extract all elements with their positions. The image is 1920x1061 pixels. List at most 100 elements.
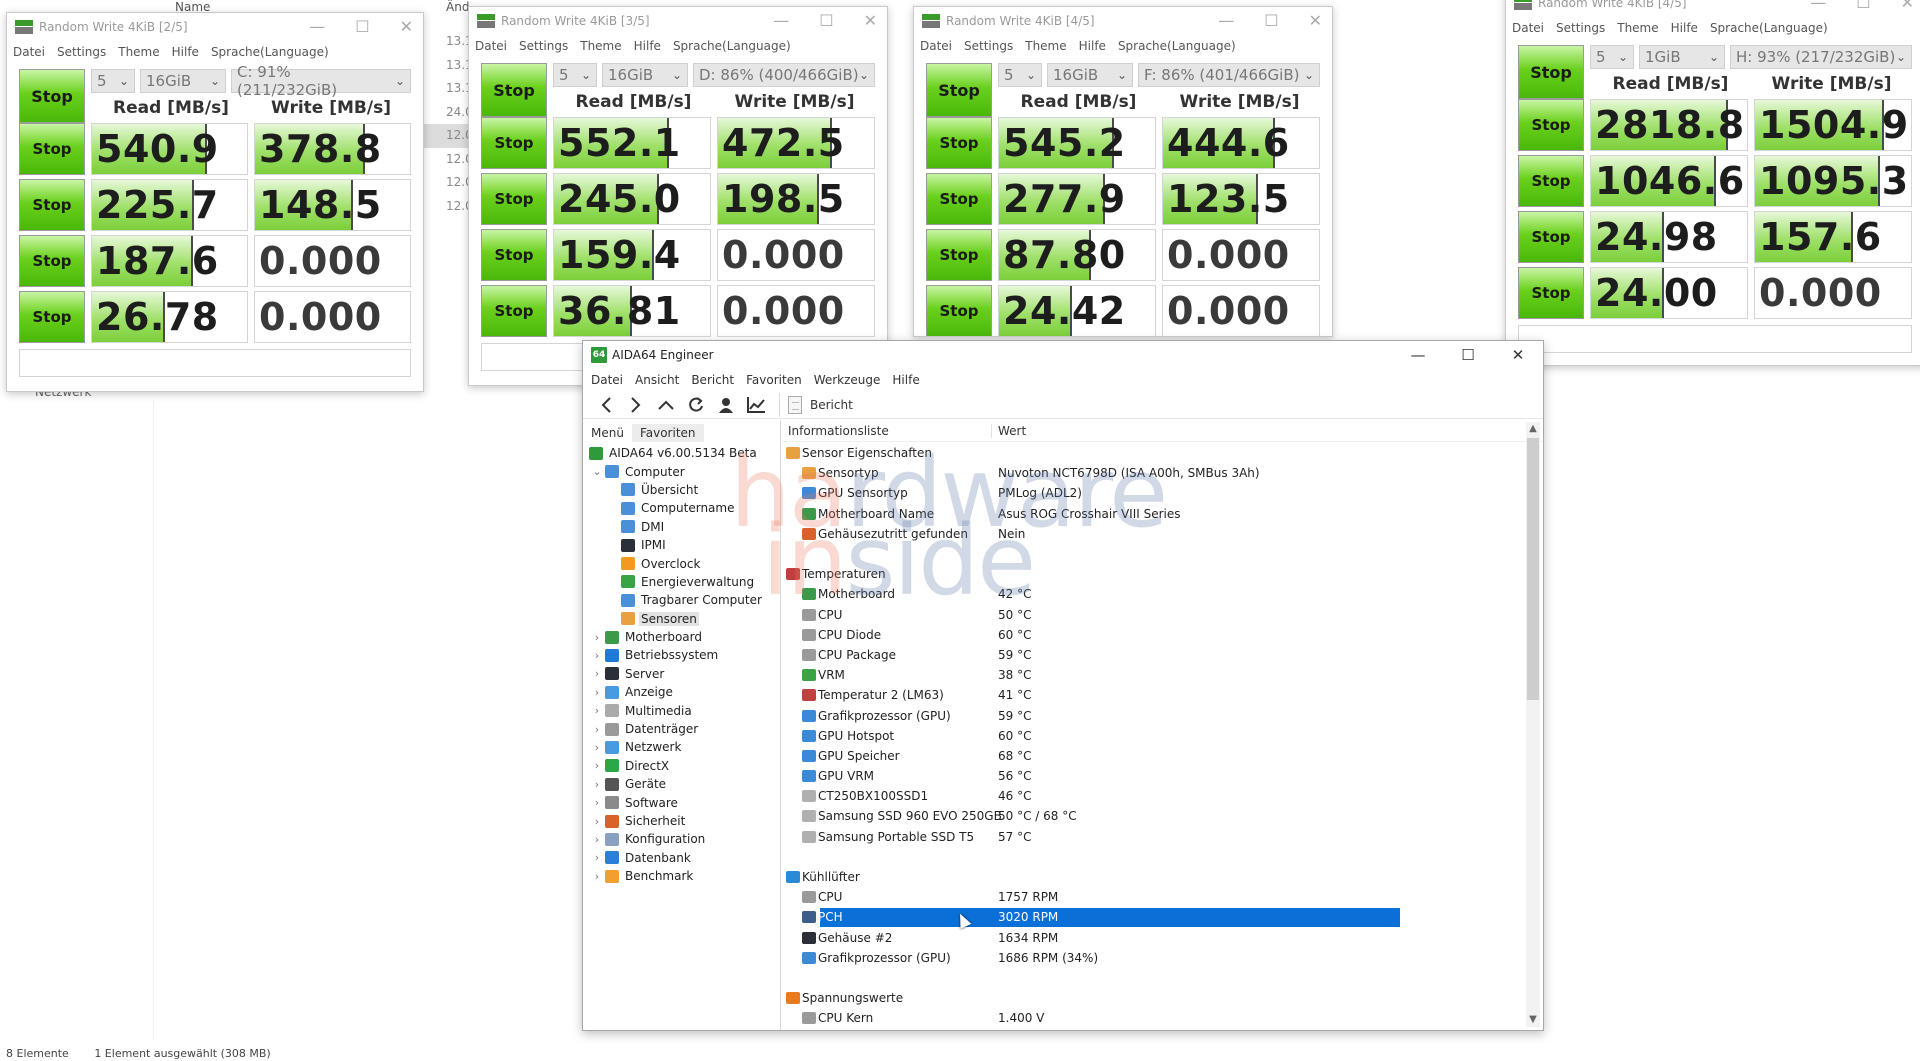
stop-button[interactable]: Stop xyxy=(19,235,85,287)
menu-item[interactable]: Werkzeuge xyxy=(814,373,881,387)
list-item[interactable]: CPU Kern 1.400 V xyxy=(782,1008,1543,1028)
column-header-date[interactable]: Änd xyxy=(446,0,469,14)
chevron-right-icon[interactable]: › xyxy=(589,667,605,680)
tree-item[interactable]: Computername xyxy=(583,499,780,517)
chevron-right-icon[interactable]: › xyxy=(589,833,605,846)
list-item[interactable]: CPU 50 °C xyxy=(782,605,1543,625)
tree-item[interactable]: Sensoren xyxy=(583,610,780,628)
group-header[interactable]: Kühllüfter xyxy=(782,867,1543,887)
list-item[interactable]: Samsung Portable SSD T5 57 °C xyxy=(782,827,1543,847)
list-item[interactable]: Temperatur 2 (LM63) 41 °C xyxy=(782,685,1543,705)
count-select[interactable]: 5 ⌄ xyxy=(1590,45,1634,69)
minimize-button[interactable]: — xyxy=(1393,341,1443,369)
refresh-icon[interactable] xyxy=(681,392,711,418)
tree-item[interactable]: › Benchmark xyxy=(583,867,780,885)
list-item[interactable]: CT250BX100SSD1 46 °C xyxy=(782,786,1543,806)
menu-item[interactable]: Theme xyxy=(1025,39,1066,53)
stop-button[interactable]: Stop xyxy=(19,179,85,231)
count-select[interactable]: 5 ⌄ xyxy=(553,63,597,87)
tree-item[interactable]: › Sicherheit xyxy=(583,812,780,830)
title-bar[interactable]: Random Write 4KiB [3/5] — ☐ ✕ xyxy=(469,7,887,35)
close-button[interactable]: ✕ xyxy=(1901,0,1914,12)
chevron-down-icon[interactable]: ⌄ xyxy=(589,465,605,478)
list-item[interactable]: Gehäusezutritt gefunden Nein xyxy=(782,524,1543,544)
stop-all-button[interactable]: Stop xyxy=(19,69,85,123)
group-header[interactable]: Temperaturen xyxy=(782,564,1543,584)
stop-button[interactable]: Stop xyxy=(1518,155,1584,207)
scroll-thumb[interactable] xyxy=(1527,438,1539,700)
tree-item[interactable]: IPMI xyxy=(583,536,780,554)
comment-field[interactable] xyxy=(19,349,411,377)
forward-icon[interactable] xyxy=(621,392,651,418)
tree-item[interactable]: › Betriebssystem xyxy=(583,646,780,664)
title-bar[interactable]: Random Write 4KiB [2/5] — ☐ ✕ xyxy=(7,13,423,41)
tree-item[interactable]: Overclock xyxy=(583,554,780,572)
scroll-up-icon[interactable]: ▲ xyxy=(1526,422,1540,436)
menu-item[interactable]: Datei xyxy=(475,39,507,53)
menu-item[interactable]: Hilfe xyxy=(1079,39,1106,53)
chevron-right-icon[interactable]: › xyxy=(589,759,605,772)
column-header-field[interactable]: Informationsliste xyxy=(782,423,992,438)
stop-button[interactable]: Stop xyxy=(1518,99,1584,151)
list-item[interactable]: Motherboard Name Asus ROG Crosshair VIII … xyxy=(782,504,1543,524)
maximize-button[interactable]: ☐ xyxy=(355,17,369,36)
menu-item[interactable]: Datei xyxy=(13,45,45,59)
menu-item[interactable]: Theme xyxy=(118,45,159,59)
report-button[interactable]: Bericht xyxy=(788,395,853,414)
list-item[interactable]: CPU Diode 60 °C xyxy=(782,625,1543,645)
tab-menu[interactable]: Menü xyxy=(583,424,632,442)
list-item[interactable]: PCH 3020 RPM xyxy=(782,907,1543,927)
chevron-right-icon[interactable]: › xyxy=(589,796,605,809)
list-item[interactable]: Samsung SSD 960 EVO 250GB 50 °C / 68 °C xyxy=(782,806,1543,826)
list-item[interactable]: VRM 38 °C xyxy=(782,665,1543,685)
maximize-button[interactable]: ☐ xyxy=(819,11,833,30)
size-select[interactable]: 16GiB ⌄ xyxy=(140,69,226,93)
stop-button[interactable]: Stop xyxy=(481,285,547,337)
tree-item[interactable]: › Software xyxy=(583,793,780,811)
maximize-button[interactable]: ☐ xyxy=(1443,341,1493,369)
tree-item[interactable]: › Datenträger xyxy=(583,720,780,738)
menu-item[interactable]: Theme xyxy=(580,39,621,53)
tree-item[interactable]: › Motherboard xyxy=(583,628,780,646)
chevron-right-icon[interactable]: › xyxy=(589,649,605,662)
column-header-value[interactable]: Wert xyxy=(992,424,1026,438)
stop-button[interactable]: Stop xyxy=(481,173,547,225)
minimize-button[interactable]: — xyxy=(309,17,325,36)
cdm-window[interactable]: Random Write 4KiB [3/5] — ☐ ✕ Datei Settings T… xyxy=(468,6,888,386)
tree-item[interactable]: › DirectX xyxy=(583,757,780,775)
up-icon[interactable] xyxy=(651,392,681,418)
list-item[interactable]: Grafikprozessor (GPU) 59 °C xyxy=(782,705,1543,725)
stop-button[interactable]: Stop xyxy=(926,285,992,336)
drive-select[interactable]: F: 86% (401/466GiB) ⌄ xyxy=(1138,63,1320,87)
tree-item[interactable]: › Geräte xyxy=(583,775,780,793)
vertical-scrollbar[interactable]: ▲ ▼ xyxy=(1526,422,1540,1027)
cdm-window[interactable]: Random Write 4KiB [4/5] — ☐ ✕ Datei Settings T… xyxy=(1505,0,1920,366)
stop-button[interactable]: Stop xyxy=(926,117,992,169)
list-item[interactable]: Gehäuse #2 1634 RPM xyxy=(782,928,1543,948)
minimize-button[interactable]: — xyxy=(1810,0,1826,12)
menu-item[interactable]: Hilfe xyxy=(892,373,919,387)
list-item[interactable]: GPU Sensortyp PMLog (ADL2) xyxy=(782,483,1543,503)
tree-item[interactable]: › Datenbank xyxy=(583,849,780,867)
chevron-right-icon[interactable]: › xyxy=(589,631,605,644)
stop-button[interactable]: Stop xyxy=(19,123,85,175)
chevron-right-icon[interactable]: › xyxy=(589,704,605,717)
menu-item[interactable]: Settings xyxy=(1556,21,1605,35)
menu-item[interactable]: Settings xyxy=(57,45,106,59)
stop-button[interactable]: Stop xyxy=(1518,267,1584,319)
count-select[interactable]: 5 ⌄ xyxy=(998,63,1042,87)
tree-item[interactable]: › Anzeige xyxy=(583,683,780,701)
chevron-right-icon[interactable]: › xyxy=(589,851,605,864)
maximize-button[interactable]: ☐ xyxy=(1264,11,1278,30)
menu-item[interactable]: Hilfe xyxy=(634,39,661,53)
comment-field[interactable] xyxy=(1518,325,1912,353)
menu-item[interactable]: Favoriten xyxy=(746,373,802,387)
chevron-right-icon[interactable]: › xyxy=(589,686,605,699)
tree-item[interactable]: AIDA64 v6.00.5134 Beta xyxy=(583,444,780,462)
back-icon[interactable] xyxy=(591,392,621,418)
stop-all-button[interactable]: Stop xyxy=(926,63,992,117)
file-row-date[interactable]: 12.0 xyxy=(416,124,476,148)
list-item[interactable]: GPU Speicher 68 °C xyxy=(782,746,1543,766)
cdm-window[interactable]: Random Write 4KiB [2/5] — ☐ ✕ Datei Settings T… xyxy=(6,12,424,392)
tree-item[interactable]: Energieverwaltung xyxy=(583,573,780,591)
